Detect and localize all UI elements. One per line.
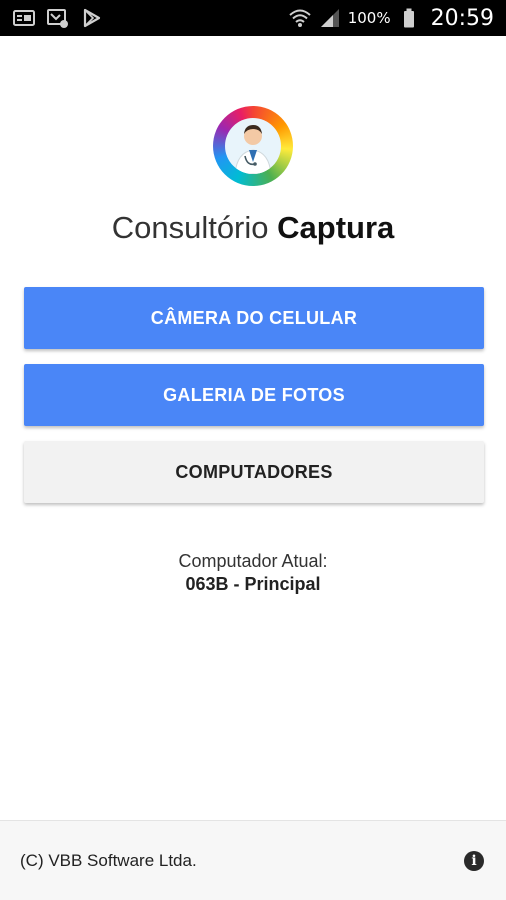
- computers-button[interactable]: COMPUTADORES: [24, 441, 484, 503]
- play-store-icon: [80, 7, 104, 29]
- app-logo: [213, 106, 293, 186]
- current-computer-value: 063B - Principal: [185, 574, 321, 594]
- info-icon[interactable]: i: [464, 850, 484, 871]
- battery-level: 100%: [347, 9, 391, 27]
- status-bar: 100% 20:59: [0, 0, 506, 36]
- app-title-bold: Captura: [277, 210, 395, 245]
- app-title: Consultório Captura: [0, 210, 506, 246]
- current-computer-label: Computador Atual:: [178, 551, 328, 571]
- camera-button[interactable]: CÂMERA DO CELULAR: [24, 287, 484, 349]
- wifi-icon: [288, 7, 312, 29]
- screenshot-icon: [46, 7, 70, 29]
- gallery-button[interactable]: GALERIA DE FOTOS: [24, 364, 484, 426]
- clock: 20:59: [430, 5, 494, 31]
- status-left-icons: [12, 7, 104, 29]
- mail-icon: [12, 7, 36, 29]
- battery-icon: [397, 7, 421, 29]
- footer: (C) VBB Software Ltda. i: [0, 820, 506, 900]
- doctor-icon: [225, 118, 281, 174]
- app-title-light: Consultório: [111, 210, 269, 245]
- status-right-icons: 100% 20:59: [288, 6, 494, 31]
- copyright-text: (C) VBB Software Ltda.: [20, 850, 197, 870]
- signal-icon: [318, 7, 342, 29]
